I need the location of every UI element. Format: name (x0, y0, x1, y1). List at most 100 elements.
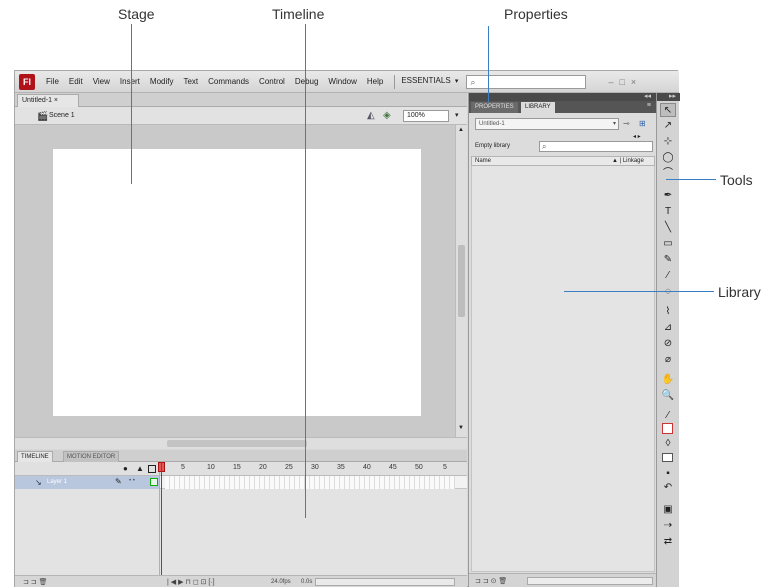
frame-rate-readout[interactable]: 24.0fps (271, 579, 291, 585)
zoom-select[interactable]: 100% (403, 110, 449, 122)
column-name[interactable]: Name (475, 158, 491, 164)
pencil-tool-icon[interactable]: ✎ (660, 253, 676, 267)
new-library-icon[interactable]: ⊞ (639, 119, 646, 128)
eye-icon[interactable]: ● (123, 464, 128, 473)
line-tool-icon[interactable]: ╲ (660, 221, 676, 235)
tools-panel: ▸▸ ↖ ↗ ⊹ ◯ ⌒ ✒ T ╲ ▭ ✎ ⁄ ◌ ⌇ ⊿ ⊘ ⌀ ✋ 🔍 ⁄… (656, 93, 680, 587)
panel-tabs: PROPERTIES LIBRARY ≡ (469, 101, 657, 113)
library-document-select[interactable]: Untitled-1 ▾ (475, 118, 619, 130)
outline-icon[interactable] (148, 465, 156, 473)
brush-tool-icon[interactable]: ⁄ (660, 269, 676, 283)
straighten-icon[interactable]: ⇄ (660, 535, 676, 549)
black-white-icon[interactable]: ▪ (660, 467, 676, 481)
library-search-input[interactable]: ⌕ (539, 141, 653, 152)
library-buttons[interactable]: ⊐ ⊐ ⊙ 🗑 (475, 577, 507, 585)
menu-insert[interactable]: Insert (115, 71, 145, 93)
chevron-down-icon: ▾ (612, 121, 616, 127)
menu-help[interactable]: Help (362, 71, 388, 93)
search-icon: ⌕ (470, 76, 476, 87)
layer-visibility-dots[interactable]: • • (129, 478, 135, 484)
rectangle-tool-icon[interactable]: ▭ (660, 237, 676, 251)
frame-number: 15 (233, 464, 241, 471)
menu-debug[interactable]: Debug (290, 71, 324, 93)
fill-color-bucket-icon[interactable]: ◊ (660, 437, 676, 451)
workspace-switcher[interactable]: ESSENTIALS ▾ (401, 70, 458, 93)
smooth-icon[interactable]: ⇢ (660, 519, 676, 533)
stage-canvas[interactable] (53, 149, 421, 416)
tab-properties[interactable]: PROPERTIES (471, 102, 518, 113)
document-tab-untitled[interactable]: Untitled-1 × (17, 94, 79, 107)
tab-library[interactable]: LIBRARY (521, 102, 555, 113)
lock-icon[interactable]: ▲ (136, 464, 144, 473)
onion-skin-controls[interactable]: | ◀ ▶ ⊓ ◻ ⊡ [·] (167, 578, 215, 586)
menu-items: File Edit View Insert Modify Text Comman… (41, 71, 388, 93)
menu-file[interactable]: File (41, 71, 64, 93)
eyedropper-tool-icon[interactable]: ⊘ (660, 337, 676, 351)
layer-name[interactable]: Layer 1 (47, 479, 67, 485)
pin-library-icon[interactable]: ⊸ (623, 119, 630, 128)
text-tool-icon[interactable]: T (660, 205, 676, 219)
expand-icon[interactable]: ▸▸ (669, 92, 676, 100)
properties-callout-line (488, 26, 489, 102)
menu-modify[interactable]: Modify (145, 71, 179, 93)
library-footer: ⊐ ⊐ ⊙ 🗑 (469, 573, 657, 587)
panel-menu-icon[interactable]: ≡ (647, 102, 651, 109)
menu-text[interactable]: Text (178, 71, 203, 93)
timeline-body (15, 489, 467, 575)
swap-colors-icon[interactable]: ↶ (660, 481, 676, 495)
menu-view[interactable]: View (88, 71, 115, 93)
playhead-line (161, 462, 162, 587)
collapse-icon[interactable]: ◂◂ (644, 92, 651, 100)
frame-number: 10 (207, 464, 215, 471)
3d-rotation-tool-icon[interactable]: ◯ (660, 151, 676, 165)
elapsed-time-readout: 0.0s (301, 579, 313, 585)
stroke-color-pencil-icon[interactable]: ⁄ (660, 409, 676, 423)
vertical-scroll-thumb[interactable] (458, 245, 465, 317)
free-transform-tool-icon[interactable]: ⊹ (660, 135, 676, 149)
minimize-button[interactable]: – (608, 77, 613, 87)
timeline-footer: ⊐ ⊐ 🗑 | ◀ ▶ ⊓ ◻ ⊡ [·] 24.0fps 0.0s (15, 575, 467, 587)
timeline-layer-row[interactable]: ↘ Layer 1 ✎ • • (15, 476, 467, 489)
edit-symbols-icon[interactable]: ◭ (367, 110, 375, 121)
properties-library-panel: ◂◂ PROPERTIES LIBRARY ≡ Untitled-1 ▾ ⊸ ⊞… (468, 92, 657, 587)
timeline-horizontal-scrollbar[interactable] (315, 578, 455, 586)
menu-control[interactable]: Control (254, 71, 290, 93)
stroke-color-swatch[interactable] (662, 423, 673, 434)
chevron-down-icon[interactable]: ▾ (455, 111, 459, 119)
tools-title-bar: ▸▸ (657, 93, 680, 101)
keyframe[interactable] (150, 478, 158, 486)
edit-scene-icon[interactable]: ◈ (383, 110, 391, 121)
menu-window[interactable]: Window (323, 71, 361, 93)
deco-tool-icon[interactable]: ◌ (660, 285, 676, 299)
frames-strip[interactable] (165, 476, 455, 489)
pen-tool-icon[interactable]: ✒ (660, 189, 676, 203)
library-horizontal-scrollbar[interactable] (527, 577, 653, 585)
layer-buttons[interactable]: ⊐ ⊐ 🗑 (23, 578, 48, 586)
fill-color-swatch[interactable] (662, 453, 673, 462)
tab-timeline[interactable]: TIMELINE (17, 451, 53, 462)
subselection-tool-icon[interactable]: ↗ (660, 119, 676, 133)
snap-to-objects-icon[interactable]: ▣ (660, 503, 676, 517)
paint-bucket-tool-icon[interactable]: ⊿ (660, 321, 676, 335)
scroll-down-icon[interactable]: ▼ (458, 425, 464, 431)
maximize-button[interactable]: □ (619, 77, 624, 87)
menu-commands[interactable]: Commands (203, 71, 254, 93)
stage-horizontal-scrollbar[interactable] (15, 437, 467, 449)
tab-motion-editor[interactable]: MOTION EDITOR (63, 451, 120, 462)
scene-label[interactable]: Scene 1 (49, 112, 75, 119)
close-button[interactable]: × (631, 77, 636, 87)
eraser-tool-icon[interactable]: ⌀ (660, 353, 676, 367)
help-search-input[interactable]: ⌕ (466, 74, 587, 89)
horizontal-scroll-thumb[interactable] (167, 440, 307, 447)
bone-tool-icon[interactable]: ⌇ (660, 305, 676, 319)
hand-tool-icon[interactable]: ✋ (660, 373, 676, 387)
selection-tool-icon[interactable]: ↖ (660, 103, 676, 117)
stage-vertical-scrollbar[interactable]: ▲ ▼ (455, 125, 467, 437)
frame-number: 5 (181, 464, 185, 471)
menu-edit[interactable]: Edit (64, 71, 88, 93)
column-linkage[interactable]: ▲ | Linkage (612, 158, 644, 164)
library-item-list[interactable] (471, 166, 655, 572)
library-nav-arrows[interactable]: ◂ ▸ (633, 133, 641, 140)
scroll-up-icon[interactable]: ▲ (458, 127, 464, 133)
zoom-tool-icon[interactable]: 🔍 (660, 389, 676, 403)
